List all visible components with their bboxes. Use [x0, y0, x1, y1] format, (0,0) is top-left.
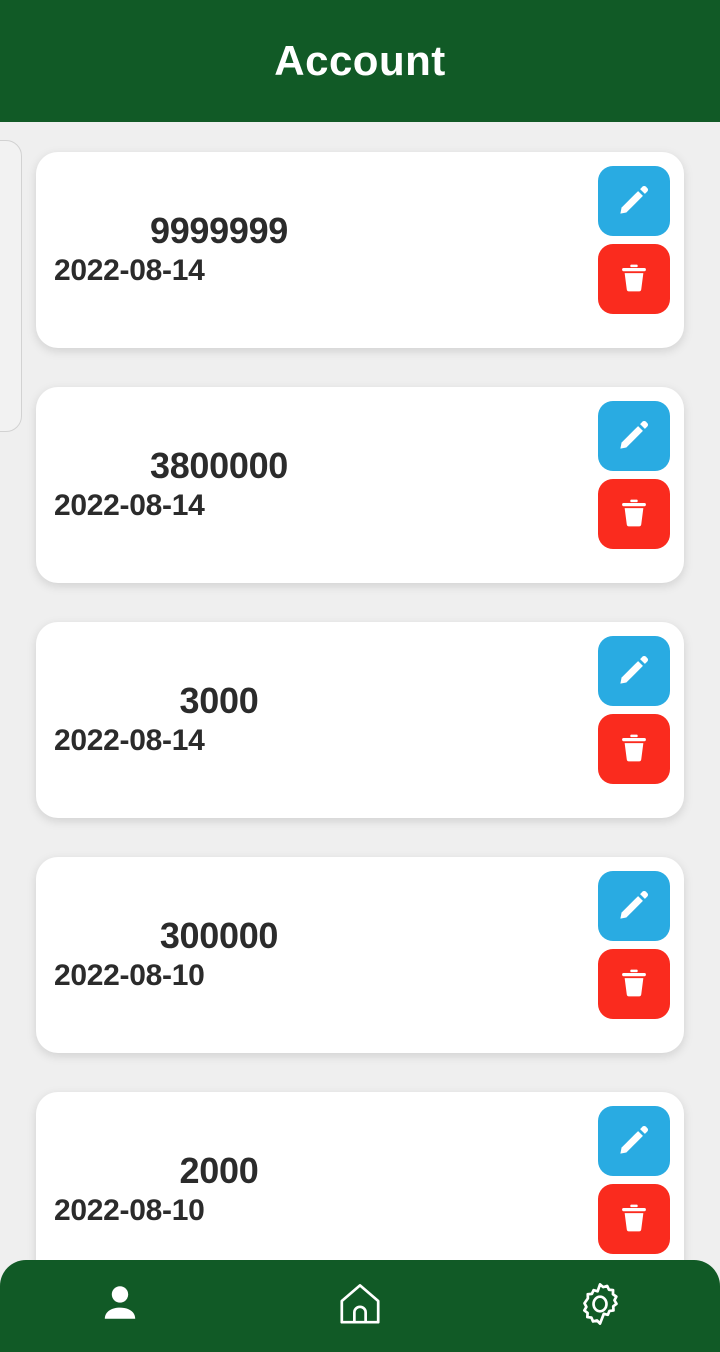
card-text-block: 300000 2022-08-10 [54, 915, 384, 995]
account-card[interactable]: 3000 2022-08-14 [36, 622, 684, 818]
card-actions [598, 636, 670, 784]
edit-button[interactable] [598, 401, 670, 471]
nav-item-account[interactable] [45, 1260, 195, 1352]
card-text-block: 2000 2022-08-10 [54, 1150, 384, 1230]
pencil-icon [617, 653, 651, 690]
page-title: Account [274, 37, 446, 84]
edit-button[interactable] [598, 1106, 670, 1176]
edit-button[interactable] [598, 166, 670, 236]
trash-icon [617, 731, 651, 768]
card-text-block: 9999999 2022-08-14 [54, 210, 384, 290]
offscreen-panel-edge [0, 140, 22, 432]
person-icon [96, 1280, 144, 1333]
account-list[interactable]: 9999999 2022-08-14 3800000 2022-08-14 3000 20… [0, 122, 720, 1352]
nav-item-home[interactable] [285, 1260, 435, 1352]
app-header: Account [0, 0, 720, 122]
trash-icon [617, 1201, 651, 1238]
card-actions [598, 1106, 670, 1254]
account-amount: 9999999 [149, 210, 289, 252]
trash-icon [617, 966, 651, 1003]
delete-button[interactable] [598, 949, 670, 1019]
account-date: 2022-08-14 [54, 254, 205, 288]
edit-button[interactable] [598, 636, 670, 706]
pencil-icon [617, 888, 651, 925]
trash-icon [617, 261, 651, 298]
card-actions [598, 401, 670, 549]
account-date: 2022-08-14 [54, 724, 205, 758]
account-date: 2022-08-14 [54, 489, 205, 523]
trash-icon [617, 496, 651, 533]
gear-icon [575, 1279, 625, 1334]
pencil-icon [617, 183, 651, 220]
edit-button[interactable] [598, 871, 670, 941]
nav-item-settings[interactable] [525, 1260, 675, 1352]
delete-button[interactable] [598, 714, 670, 784]
account-card[interactable]: 2000 2022-08-10 [36, 1092, 684, 1288]
account-date: 2022-08-10 [54, 959, 205, 993]
bottom-navigation-bar [0, 1260, 720, 1352]
pencil-icon [617, 1123, 651, 1160]
delete-button[interactable] [598, 479, 670, 549]
card-actions [598, 166, 670, 314]
card-text-block: 3000 2022-08-14 [54, 680, 384, 760]
account-amount: 300000 [159, 915, 279, 957]
pencil-icon [617, 418, 651, 455]
account-card[interactable]: 3800000 2022-08-14 [36, 387, 684, 583]
account-amount: 3000 [179, 680, 259, 722]
account-card[interactable]: 300000 2022-08-10 [36, 857, 684, 1053]
account-date: 2022-08-10 [54, 1194, 205, 1228]
account-amount: 3800000 [149, 445, 289, 487]
card-actions [598, 871, 670, 1019]
delete-button[interactable] [598, 1184, 670, 1254]
account-card[interactable]: 9999999 2022-08-14 [36, 152, 684, 348]
card-text-block: 3800000 2022-08-14 [54, 445, 384, 525]
home-icon [334, 1278, 386, 1335]
delete-button[interactable] [598, 244, 670, 314]
account-amount: 2000 [179, 1150, 259, 1192]
